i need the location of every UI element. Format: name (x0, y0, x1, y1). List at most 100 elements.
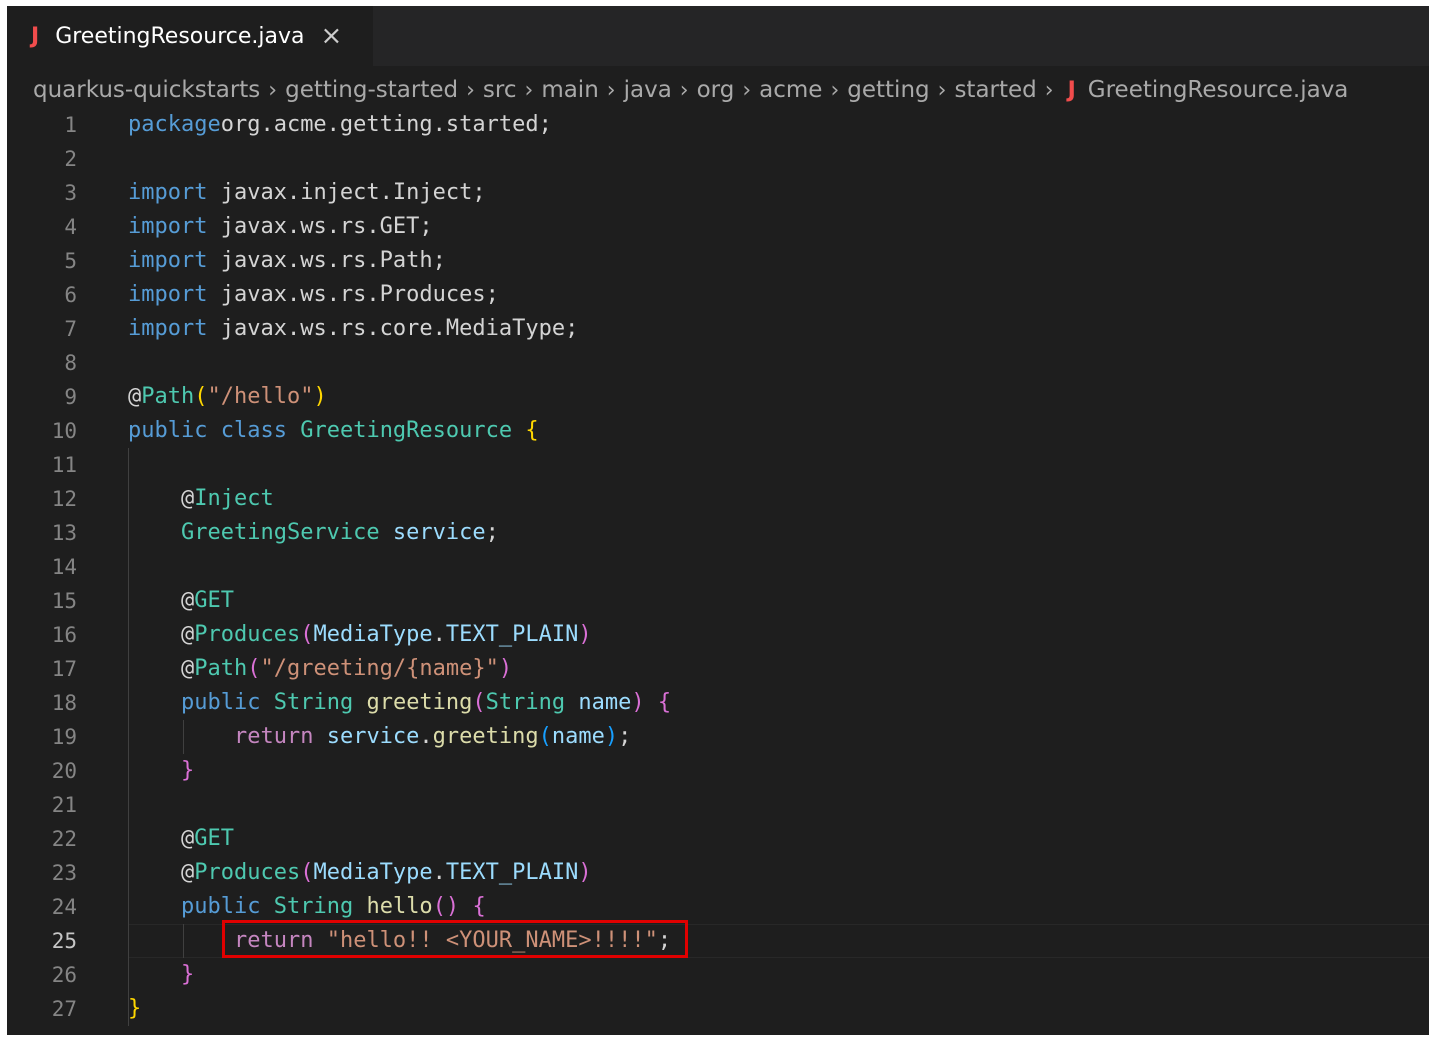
code-token: ) (631, 690, 645, 715)
code-line[interactable]: 15 @GET (7, 584, 1429, 618)
code-token: ) (578, 860, 592, 885)
code-token: javax.ws.rs.Produces; (207, 282, 499, 307)
code-line[interactable]: 9 @Path("/hello") (7, 380, 1429, 414)
code-line[interactable]: 11 (7, 448, 1429, 482)
code-line[interactable]: 25 return "hello!! <YOUR_NAME>!!!!"; (7, 924, 1429, 958)
code-token: ( (247, 656, 261, 681)
code-token: name (551, 724, 605, 749)
code-line[interactable]: 20 } (7, 754, 1429, 788)
line-number: 23 (51, 861, 77, 885)
code-line[interactable]: 18 public String greeting(String name) { (7, 686, 1429, 720)
chevron-right-icon: › (606, 77, 616, 103)
code-line[interactable]: 16 @Produces(MediaType.TEXT_PLAIN) (7, 618, 1429, 652)
code-token: GET (194, 826, 234, 851)
chevron-right-icon: › (1044, 77, 1054, 103)
code-token: { (472, 894, 486, 919)
breadcrumb-item[interactable]: org (697, 77, 735, 103)
code-token: } (180, 758, 195, 783)
breadcrumb-item[interactable]: getting (847, 77, 929, 103)
code-token: package (128, 112, 221, 137)
code-line[interactable]: 22 @GET (7, 822, 1429, 856)
close-icon[interactable]: × (321, 21, 343, 51)
breadcrumb-item[interactable]: GreetingResource.java (1088, 77, 1349, 103)
code-line[interactable]: 8 (7, 346, 1429, 380)
code-token: TEXT_PLAIN (445, 860, 579, 885)
code-text: @GET (128, 584, 234, 618)
code-line[interactable]: 12 @Inject (7, 482, 1429, 516)
code-line[interactable]: 3 import javax.inject.Inject; (7, 176, 1429, 210)
code-line[interactable]: 23 @Produces(MediaType.TEXT_PLAIN) (7, 856, 1429, 890)
code-line[interactable]: 1 packageorg.acme.getting.started; (7, 108, 1429, 142)
code-text: @Produces(MediaType.TEXT_PLAIN) (128, 856, 592, 890)
code-token: @ (128, 486, 195, 511)
code-line[interactable]: 21 (7, 788, 1429, 822)
code-token: public (128, 418, 208, 443)
code-line[interactable]: 10 public class GreetingResource { (7, 414, 1429, 448)
code-token: import (128, 214, 208, 239)
breadcrumb-item[interactable]: started (954, 77, 1036, 103)
code-token: String (485, 690, 566, 715)
code-text: @Inject (128, 482, 274, 516)
code-token: javax.ws.rs.core.MediaType; (207, 316, 579, 341)
line-number: 6 (64, 283, 77, 307)
breadcrumb-item[interactable]: java (624, 77, 672, 103)
code-token: javax.inject.Inject; (207, 180, 486, 205)
breadcrumb-item[interactable]: quarkus-quickstarts (33, 77, 260, 103)
java-file-icon: J (31, 23, 40, 49)
code-line[interactable]: 2 (7, 142, 1429, 176)
code-line[interactable]: 7 import javax.ws.rs.core.MediaType; (7, 312, 1429, 346)
breadcrumb-item[interactable]: main (541, 77, 598, 103)
code-token: ( (538, 724, 552, 749)
code-token: ) (578, 622, 592, 647)
line-number: 8 (64, 351, 77, 375)
code-text: import javax.ws.rs.core.MediaType; (128, 312, 578, 346)
code-line[interactable]: 17 @Path("/greeting/{name}") (7, 652, 1429, 686)
code-token: import (128, 180, 208, 205)
code-line[interactable]: 13 GreetingService service; (7, 516, 1429, 550)
line-number: 20 (51, 759, 77, 783)
line-number: 27 (51, 997, 77, 1021)
indent-guide (128, 448, 129, 1026)
code-token: ; (618, 724, 632, 749)
code-token: public (180, 894, 261, 919)
breadcrumb-item[interactable]: src (483, 77, 517, 103)
chevron-right-icon: › (937, 77, 947, 103)
line-number: 2 (64, 147, 77, 171)
code-token: "/hello" (207, 384, 314, 409)
code-token: name (578, 690, 632, 715)
code-token: hello (366, 894, 433, 919)
breadcrumb: quarkus-quickstarts › getting-started › src ›… (33, 72, 1348, 108)
code-token: ( (300, 860, 314, 885)
code-line[interactable]: 14 (7, 550, 1429, 584)
code-line[interactable]: 4 import javax.ws.rs.GET; (7, 210, 1429, 244)
editor-window: J GreetingResource.java × quarkus-quicks… (7, 6, 1429, 1035)
code-text: public String greeting(String name) { (128, 686, 671, 720)
code-line[interactable]: 26 } (7, 958, 1429, 992)
code-line[interactable]: 27} (7, 992, 1429, 1026)
code-line[interactable]: 24 public String hello() { (7, 890, 1429, 924)
code-token: { (657, 690, 672, 715)
code-line[interactable]: 5 import javax.ws.rs.Path; (7, 244, 1429, 278)
code-token: @ (128, 826, 195, 851)
breadcrumb-item[interactable]: getting-started (285, 77, 458, 103)
code-line[interactable]: 6 import javax.ws.rs.Produces; (7, 278, 1429, 312)
line-number: 21 (51, 793, 77, 817)
code-token: @ (128, 384, 142, 409)
code-token: import (128, 282, 208, 307)
code-token: @ (128, 656, 195, 681)
java-file-icon: J (1067, 77, 1076, 103)
code-line[interactable]: 19 return service.greeting(name); (7, 720, 1429, 754)
line-number: 25 (51, 929, 77, 953)
line-number: 22 (51, 827, 77, 851)
breadcrumb-item[interactable]: acme (759, 77, 822, 103)
editor-tab-greetingresource[interactable]: J GreetingResource.java × (7, 6, 373, 66)
line-number: 1 (64, 113, 77, 137)
